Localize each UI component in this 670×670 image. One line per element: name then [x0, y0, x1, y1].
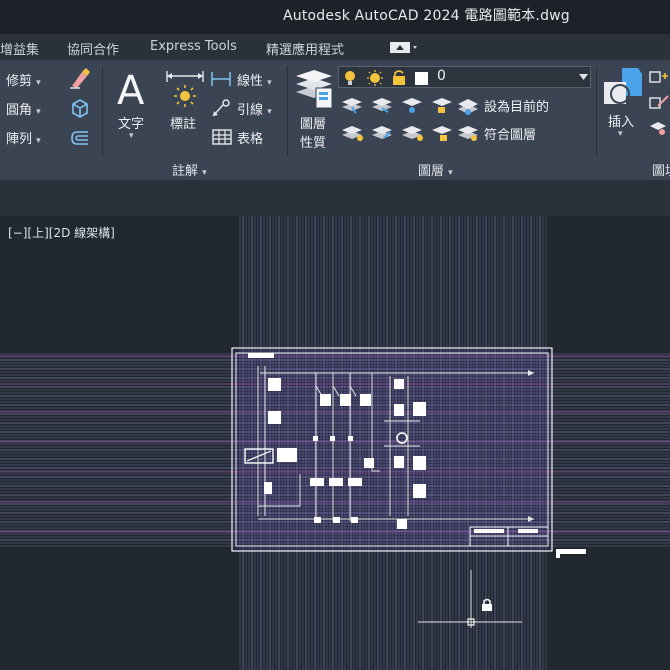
insert-block-icon[interactable]	[602, 66, 642, 110]
dimension-button-label[interactable]: 標註	[170, 113, 196, 132]
insert-button-label[interactable]: 插入	[608, 111, 634, 130]
trim-button[interactable]: 修剪 ▾	[6, 70, 41, 89]
svg-text:A: A	[117, 68, 145, 114]
fillet-button[interactable]: 圓角 ▾	[6, 99, 41, 118]
tab-addins[interactable]: 增益集	[0, 39, 39, 58]
layer-state-icons	[345, 70, 428, 86]
block-tools-icons[interactable]	[648, 70, 670, 150]
layer-tools-row-2-icons[interactable]	[340, 122, 480, 144]
layer-properties-label-1[interactable]: 圖層	[300, 113, 326, 132]
array-button[interactable]: 陣列 ▾	[6, 128, 41, 147]
leader-button[interactable]: 引線 ▾	[237, 99, 272, 118]
viewport-controls-label[interactable]: [−][上][2D 線架構]	[8, 224, 115, 241]
insert-dropdown-caret[interactable]: ▾	[618, 129, 623, 139]
annotation-panel-title[interactable]: 註解 ▾	[172, 160, 207, 179]
dimension-icon[interactable]	[165, 68, 205, 112]
leader-icon[interactable]	[210, 97, 234, 119]
erase-icon[interactable]	[68, 66, 92, 90]
layer-properties-icon[interactable]	[294, 66, 334, 110]
linear-dimension-icon[interactable]	[210, 68, 234, 90]
circuit-drawing	[231, 347, 586, 558]
layer-tools-row-1-icons[interactable]	[340, 94, 480, 116]
ribbon-options-dropdown-icon[interactable]	[390, 42, 417, 54]
block-panel-title[interactable]: 圖塊	[652, 160, 670, 179]
make-current-button[interactable]: 設為目前的	[484, 96, 549, 115]
layers-panel-title[interactable]: 圖層 ▾	[418, 160, 453, 179]
text-large-icon[interactable]: A	[115, 68, 151, 114]
text-button-label[interactable]: 文字	[118, 113, 144, 132]
chevron-down-icon	[579, 74, 588, 80]
tab-featured-apps[interactable]: 精選應用程式	[266, 39, 344, 58]
linear-dimension-button[interactable]: 線性 ▾	[237, 70, 272, 89]
table-button[interactable]: 表格	[237, 128, 263, 147]
window-title: Autodesk AutoCAD 2024 電路圖範本.dwg	[283, 8, 570, 24]
layer-properties-label-2[interactable]: 性質	[300, 132, 326, 151]
panel-title-row	[0, 156, 670, 180]
title-bar: Autodesk AutoCAD 2024 電路圖範本.dwg	[0, 0, 670, 34]
file-tab-strip	[0, 180, 670, 216]
tab-collaborate[interactable]: 協同合作	[67, 39, 119, 58]
current-layer-name: 0	[437, 68, 446, 84]
offset-icon[interactable]	[68, 126, 92, 150]
layer-dropdown[interactable]: 0	[338, 66, 591, 88]
lock-icon	[482, 598, 492, 611]
text-dropdown-caret[interactable]: ▾	[129, 131, 134, 141]
crosshair-cursor	[418, 570, 522, 628]
match-layer-button[interactable]: 符合圖層	[484, 124, 536, 143]
drawing-viewport[interactable]: [−][上][2D 線架構]	[0, 216, 670, 670]
tab-express-tools[interactable]: Express Tools	[150, 39, 237, 54]
3d-box-icon[interactable]	[68, 96, 92, 120]
drawing-title-mark	[248, 353, 274, 358]
ribbon-tab-bar: 增益集 協同合作 Express Tools 精選應用程式	[0, 34, 670, 60]
table-icon[interactable]	[210, 126, 234, 148]
